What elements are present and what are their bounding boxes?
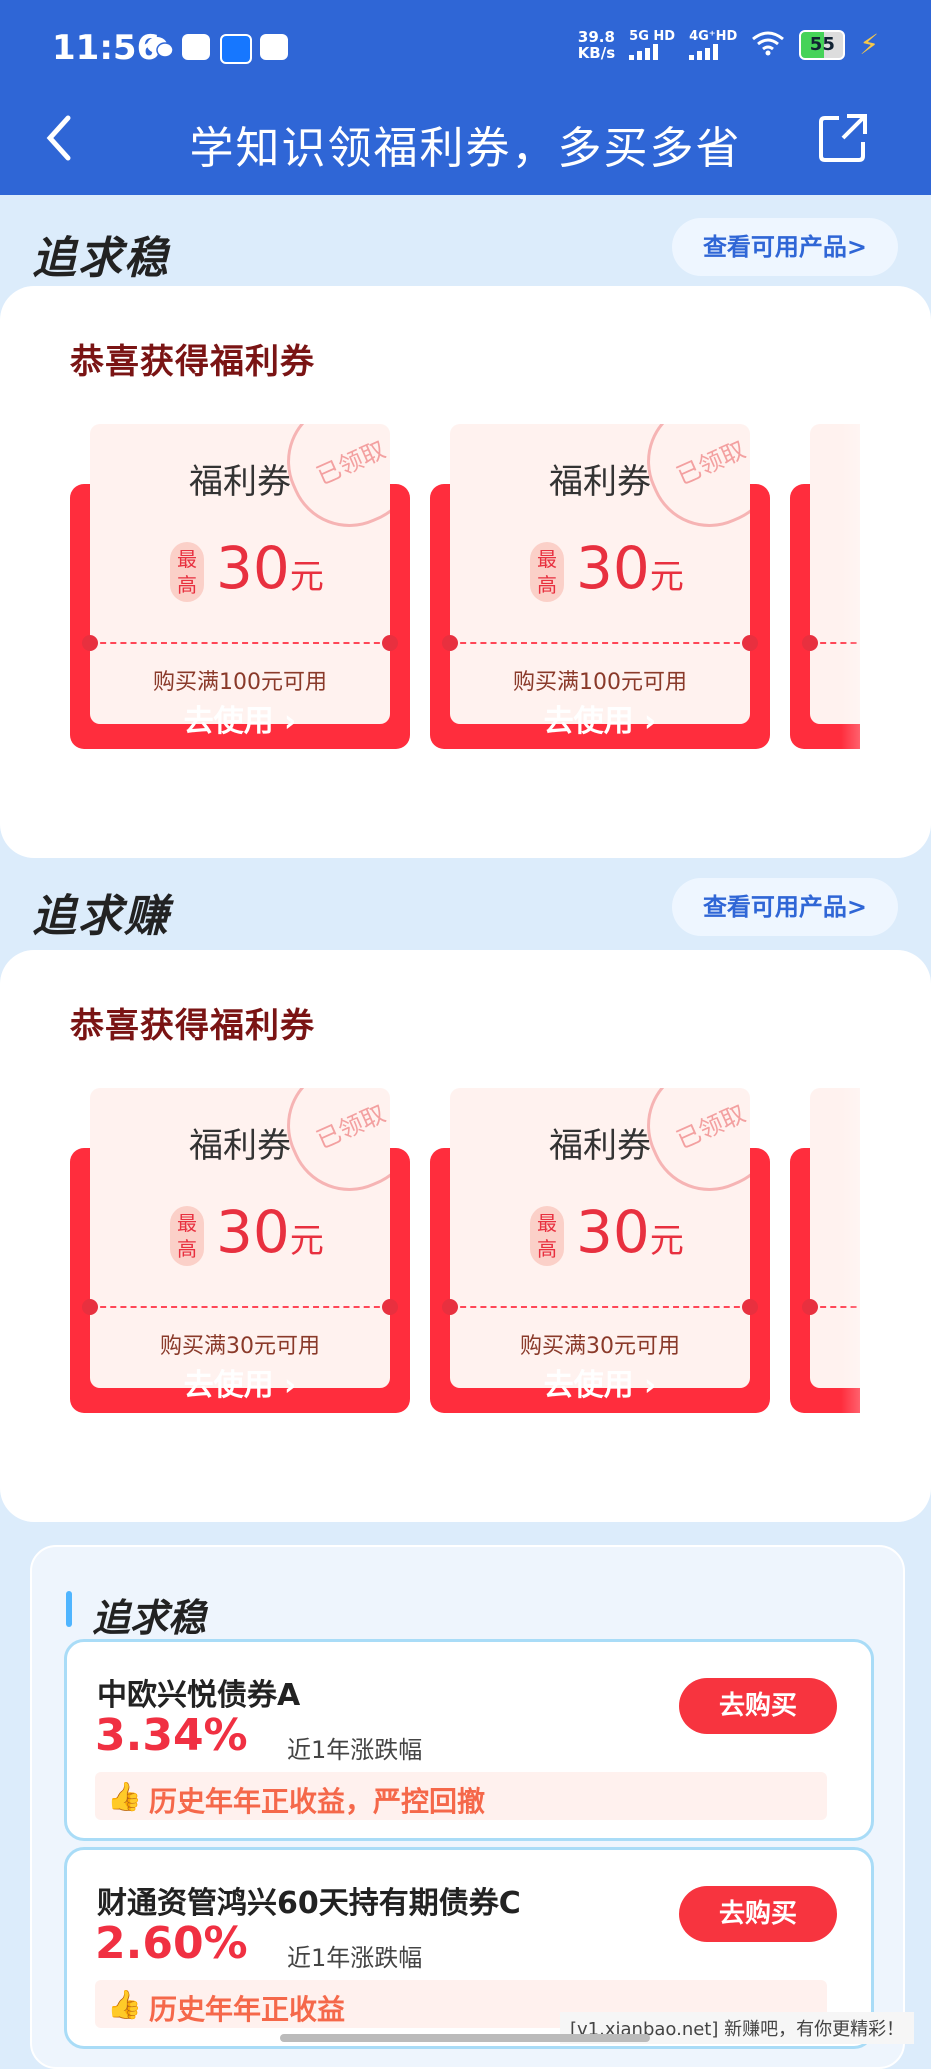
coupon-amount: 30元 <box>576 534 684 602</box>
rate-label: 近1年涨跌幅 <box>287 1736 423 1764</box>
product-list-panel: 追求稳 中欧兴悦债券A 3.34% 近1年涨跌幅 去购买 👍 历史年年正收益，严… <box>30 1545 905 2069</box>
panel-title: 恭喜获得福利券 <box>70 342 315 382</box>
buy-button[interactable]: 去购买 <box>679 1886 837 1942</box>
coupon-card[interactable]: 已领取 福利券 最高 30元 购买满100元可用 去使用 › <box>430 424 770 749</box>
coupon-amount: 30元 <box>216 1198 324 1266</box>
page-title: 学知识领福利券，多买多省 <box>189 123 742 174</box>
list-title: 追求稳 <box>92 1596 207 1640</box>
coupon-card[interactable]: 已领取 福利券 最高 30元 购买满30元可用 去使用 › <box>430 1088 770 1413</box>
product-note: 👍 历史年年正收益，严控回撤 <box>95 1772 827 1820</box>
rate-label: 近1年涨跌幅 <box>287 1944 423 1972</box>
coupon-condition: 购买满100元可用 <box>513 670 687 695</box>
signal-5g: 5G HD <box>629 29 675 60</box>
charging-icon: ⚡ <box>859 28 879 61</box>
view-products-button[interactable]: 查看可用产品> <box>672 878 898 936</box>
coupon-condition: 购买满30元可用 <box>520 1334 680 1359</box>
thumbs-up-icon: 👍 <box>107 1780 142 1813</box>
coupon-condition: 购买满100元可用 <box>153 670 327 695</box>
section-logo-earn: 追求赚 <box>32 891 170 942</box>
share-button[interactable] <box>817 112 869 164</box>
max-badge: 最高 <box>530 542 564 602</box>
coupon-body: 已领取 福利券 最高 30元 购买满100元可用 <box>450 424 750 724</box>
net-speed: 39.8 KB/s <box>577 27 616 62</box>
max-badge: 最高 <box>170 542 204 602</box>
mail-icon <box>260 34 288 60</box>
coupon-panel-stable: 恭喜获得福利券 已领取 福利券 最高 30元 购买满100元可用 去使用 › 已… <box>0 286 931 858</box>
alipay-icon <box>220 34 252 64</box>
coupon-body: 已领取 福利券 最高 30元 购买满30元可用 <box>90 1088 390 1388</box>
home-indicator[interactable] <box>280 2034 650 2042</box>
product-rate: 3.34% <box>95 1710 248 1761</box>
max-badge: 最高 <box>170 1206 204 1266</box>
coupon-body: 已领取 福利券 最高 30元 购买满100元可用 <box>90 424 390 724</box>
coupon-condition: 购买满30元可用 <box>160 1334 320 1359</box>
coupon-panel-earn: 恭喜获得福利券 已领取 福利券 最高 30元 购买满30元可用 去使用 › 已领… <box>0 950 931 1522</box>
calendar-icon <box>182 34 210 60</box>
panel-title: 恭喜获得福利券 <box>70 1006 315 1046</box>
signal-4g: 4G⁺HD <box>689 29 737 60</box>
top-header: 11:56 39.8 KB/s 5G HD 4G⁺HD 55 ⚡ 学知识领福利券… <box>0 0 931 195</box>
coupon-amount: 30元 <box>576 1198 684 1266</box>
coupon-card[interactable]: 已领取 福利券 最高 30元 购买满100元可用 去使用 › <box>70 424 410 749</box>
product-name: 财通资管鸿兴60天持有期债券C <box>97 1886 521 1921</box>
status-time: 11:56 <box>52 28 161 68</box>
coupon-card[interactable]: 已领取 福利券 最高 30元 购买满30元可用 去使用 › <box>70 1088 410 1413</box>
product-rate: 2.60% <box>95 1918 248 1969</box>
use-coupon-button[interactable]: 去使用 › <box>430 1358 770 1413</box>
use-coupon-button[interactable]: 去使用 › <box>70 694 410 749</box>
use-coupon-button[interactable]: 去使用 › <box>70 1358 410 1413</box>
product-name: 中欧兴悦债券A <box>97 1678 301 1713</box>
thumbs-up-icon: 👍 <box>107 1988 142 2021</box>
view-products-button[interactable]: 查看可用产品> <box>672 218 898 276</box>
use-coupon-button[interactable]: 去使用 › <box>430 694 770 749</box>
coupon-amount: 30元 <box>216 534 324 602</box>
wifi-icon <box>751 30 785 60</box>
status-right: 39.8 KB/s 5G HD 4G⁺HD 55 ⚡ <box>578 28 879 61</box>
product-card[interactable]: 中欧兴悦债券A 3.34% 近1年涨跌幅 去购买 👍 历史年年正收益，严控回撤 <box>64 1639 874 1841</box>
section-logo-stable: 追求稳 <box>32 233 170 284</box>
wechat-icon <box>146 34 174 60</box>
max-badge: 最高 <box>530 1206 564 1266</box>
battery-icon: 55 <box>799 29 846 60</box>
buy-button[interactable]: 去购买 <box>679 1678 837 1734</box>
coupon-body: 已领取 福利券 最高 30元 购买满30元可用 <box>450 1088 750 1388</box>
